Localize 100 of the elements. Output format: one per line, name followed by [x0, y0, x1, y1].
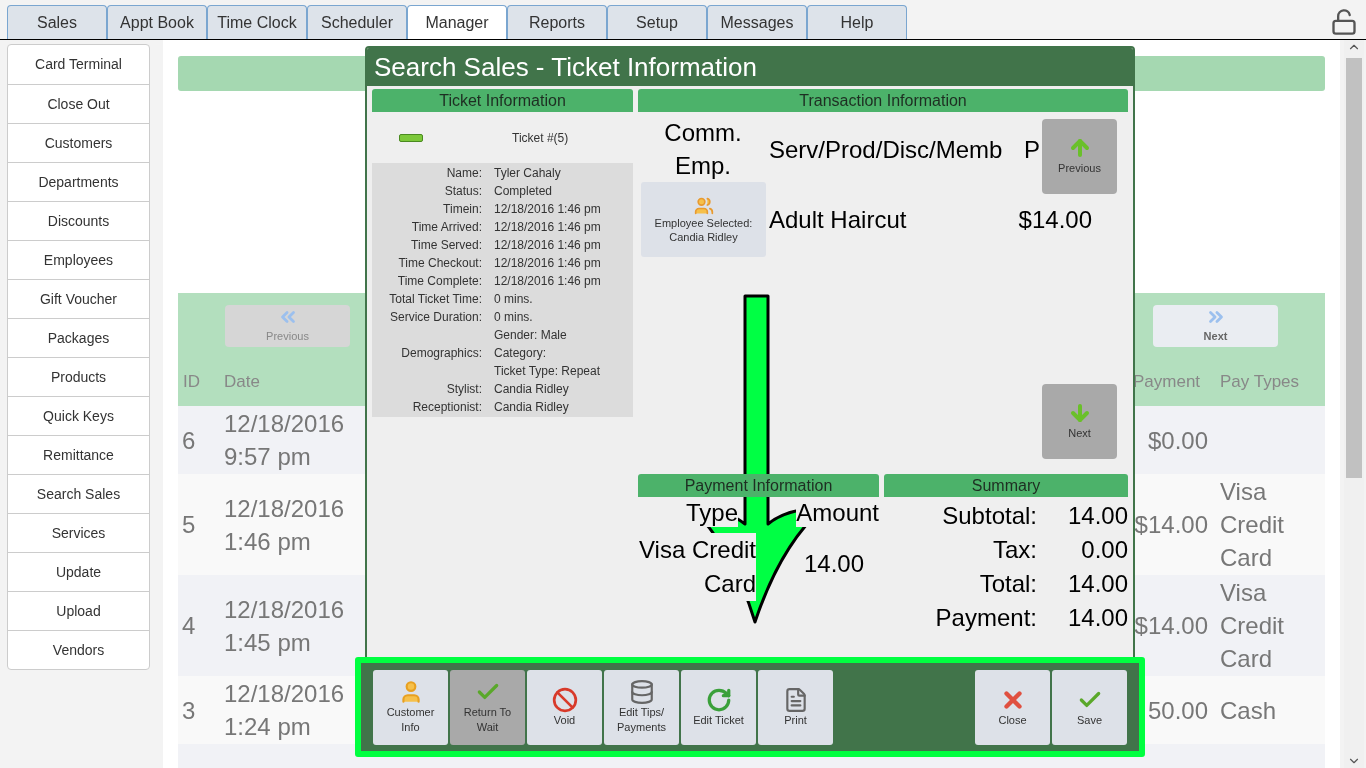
nav-tab[interactable]: Manager: [407, 5, 507, 39]
field-value: 12/18/2016 1:46 pm: [494, 219, 601, 236]
next-button[interactable]: Next: [1042, 384, 1117, 459]
toolbar-button[interactable]: Edit Tips/ Payments: [604, 669, 679, 745]
field-value: Ticket Type: Repeat: [494, 363, 601, 380]
field-value: Gender: Male: [494, 327, 568, 344]
table-cell-text: 12/18/2016 9:57 pm: [223, 409, 346, 472]
nav-tab[interactable]: Scheduler: [307, 5, 407, 39]
field-label: Stylist:: [445, 381, 482, 398]
summary-value: 14.00: [1066, 569, 1128, 599]
field-value: Tyler Cahaly: [494, 165, 561, 182]
summary-label: Tax:: [993, 535, 1037, 565]
sidebar-item[interactable]: Card Terminal: [8, 45, 149, 84]
field-value: 0 mins.: [494, 291, 533, 308]
ticket-status-icon: [399, 133, 423, 142]
table-cell-text: 12/18/2016 1:46 pm: [223, 493, 346, 557]
people-icon: [693, 195, 714, 216]
table-cell-text: 3: [181, 695, 197, 726]
sidebar-item[interactable]: Quick Keys: [8, 396, 149, 435]
sidebar-item[interactable]: Employees: [8, 240, 149, 279]
item-price: $14.00: [1018, 204, 1092, 235]
item-name: Adult Haircut: [769, 204, 908, 235]
field-label: Name:: [445, 165, 482, 182]
dialog-title: Search Sales - Ticket Information: [367, 48, 1133, 86]
toolbar-button[interactable]: Customer Info: [373, 669, 448, 745]
field-value: Candia Ridley: [494, 381, 569, 398]
section-header: Summary: [884, 474, 1128, 497]
field-value: Category:: [494, 345, 548, 362]
table-cell-text: 12/18/2016 1:24 pm: [223, 679, 346, 742]
field-value: Completed: [494, 183, 553, 200]
summary-label: Subtotal:: [942, 501, 1037, 531]
sidebar-item[interactable]: Upload: [8, 591, 149, 630]
sidebar-item[interactable]: Discounts: [8, 201, 149, 240]
field-label: Demographics:: [400, 345, 482, 362]
field-label: Time Arrived:: [410, 219, 482, 236]
nav-tab[interactable]: Setup: [607, 5, 707, 39]
field-label: Time Served:: [410, 237, 482, 254]
nav-tab[interactable]: Reports: [507, 5, 607, 39]
scrollbar-thumb[interactable]: [1346, 58, 1362, 478]
sidebar-item[interactable]: Products: [8, 357, 149, 396]
sidebar-item[interactable]: Packages: [8, 318, 149, 357]
toolbar-button[interactable]: Edit Ticket: [681, 669, 756, 745]
nav-tab[interactable]: Messages: [707, 5, 807, 39]
sidebar-item[interactable]: Vendors: [8, 630, 149, 669]
sidebar-item[interactable]: Search Sales: [8, 474, 149, 513]
column-header: ID: [182, 371, 201, 394]
sidebar-item[interactable]: Close Out: [8, 84, 149, 123]
table-cell-text: 4: [181, 611, 197, 641]
column-header: Date: [223, 371, 261, 394]
field-value: 12/18/2016 1:46 pm: [494, 237, 601, 254]
field-label: Timein:: [442, 201, 482, 218]
ticket-number: Ticket #(5): [512, 129, 569, 147]
toolbar-button[interactable]: Print: [758, 669, 833, 745]
summary-value: 14.00: [1066, 501, 1128, 531]
field-label: Total Ticket Time:: [388, 291, 482, 308]
nav-tab[interactable]: Help: [807, 5, 907, 39]
sidebar-item[interactable]: Departments: [8, 162, 149, 201]
sidebar-item[interactable]: Update: [8, 552, 149, 591]
field-label: Time Checkout:: [397, 255, 482, 272]
table-cell-text: 14.00: [804, 549, 865, 579]
nav-tab[interactable]: Appt Book: [107, 5, 207, 39]
sidebar-item[interactable]: Gift Voucher: [8, 279, 149, 318]
column-header: Serv/Prod/Disc/Memb: [769, 135, 1003, 165]
employee-button[interactable]: Employee Selected: Candia Ridley: [641, 182, 766, 257]
table-cell-text: $14.00: [1134, 611, 1209, 641]
void-icon: [551, 686, 578, 713]
table-cell: Visa Credit Card: [638, 533, 756, 601]
toolbar-button[interactable]: Close: [975, 669, 1050, 745]
summary-value: 14.00: [1066, 603, 1128, 633]
lock-icon[interactable]: [1330, 7, 1358, 37]
column-header: Pay Types: [1220, 371, 1301, 394]
summary-value: 0.00: [1080, 535, 1128, 565]
field-label: Time Complete:: [396, 273, 482, 290]
section-header: Ticket Information: [372, 89, 633, 112]
table-cell-text: 50.00: [1147, 695, 1209, 726]
table-cell-text: 12/18/2016 1:45 pm: [223, 594, 346, 658]
previous-button[interactable]: Previous: [1042, 119, 1117, 194]
database-icon: [628, 679, 655, 705]
toolbar-button[interactable]: Void: [527, 669, 602, 745]
next-button[interactable]: Next: [1153, 304, 1278, 347]
table-cell-text: $14.00: [1134, 510, 1209, 540]
table-cell-text: 6: [181, 425, 197, 456]
column-header: Comm. Emp.: [663, 118, 743, 181]
nav-tab[interactable]: Sales: [7, 5, 107, 39]
toolbar-button[interactable]: Save: [1052, 669, 1127, 745]
table-cell-text: $0.00: [1147, 425, 1209, 456]
sidebar-item[interactable]: Services: [8, 513, 149, 552]
field-value: 12/18/2016 1:46 pm: [494, 201, 601, 218]
section-header: Payment Information: [638, 474, 879, 497]
table-cell-text: 5: [181, 510, 197, 540]
nav-tab[interactable]: Time Clock: [207, 5, 307, 39]
field-label: Service Duration:: [388, 309, 482, 326]
toolbar-button[interactable]: Return To Wait: [450, 669, 525, 745]
field-value: 0 mins.: [494, 309, 533, 326]
sidebar-item[interactable]: Remittance: [8, 435, 149, 474]
field-value: 12/18/2016 1:46 pm: [494, 273, 601, 290]
sidebar-item[interactable]: Customers: [8, 123, 149, 162]
table-cell-text: Visa Credit Card: [1220, 578, 1286, 674]
table-cell-text: Cash: [1220, 695, 1278, 726]
field-value: 12/18/2016 1:46 pm: [494, 255, 601, 272]
